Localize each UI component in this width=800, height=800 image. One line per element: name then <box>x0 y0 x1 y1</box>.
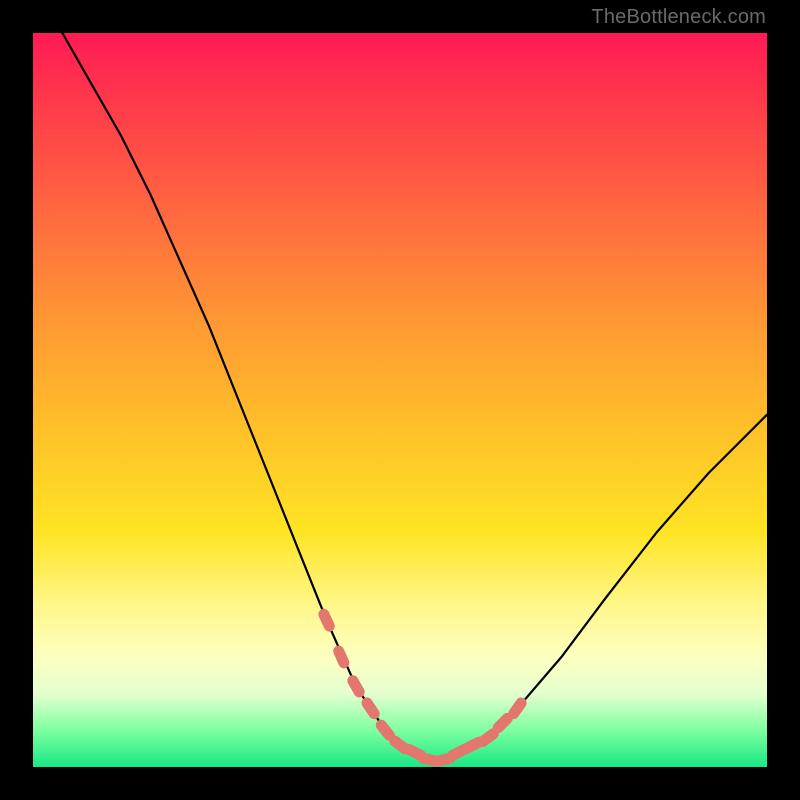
bottleneck-curve <box>62 33 767 760</box>
marker-point <box>359 695 381 721</box>
curve-svg <box>33 33 767 767</box>
marker-point <box>331 644 351 670</box>
marker-point <box>345 673 366 699</box>
plot-area <box>33 33 767 767</box>
marker-group <box>317 607 529 768</box>
attribution-text: TheBottleneck.com <box>591 6 766 29</box>
chart-frame: TheBottleneck.com <box>0 0 800 800</box>
marker-point <box>317 607 337 633</box>
